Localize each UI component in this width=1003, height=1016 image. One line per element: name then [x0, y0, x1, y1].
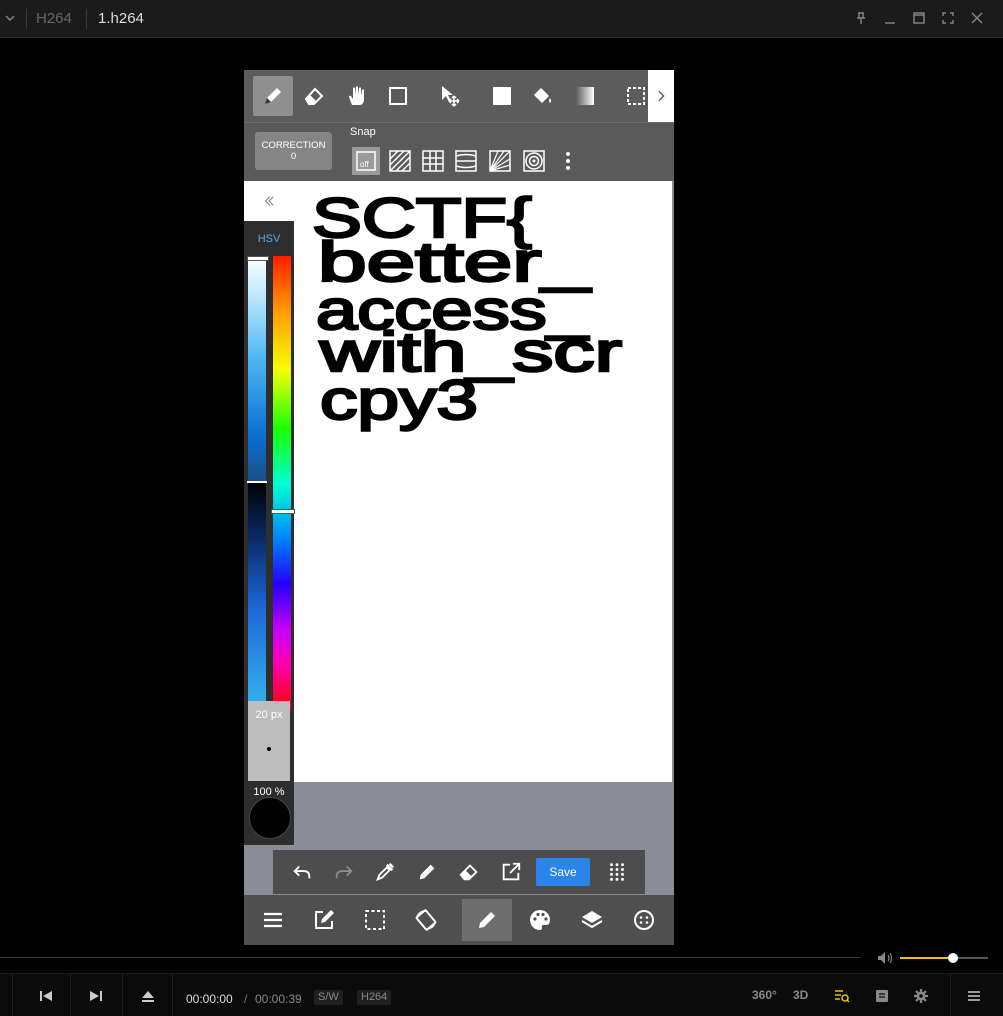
settings-gear-icon[interactable] — [909, 984, 933, 1008]
saturation-handle[interactable] — [247, 256, 269, 261]
sw-badge[interactable]: S/W — [314, 990, 343, 1005]
brush-tab-icon[interactable] — [462, 899, 512, 941]
brush-preview-dot — [267, 747, 271, 751]
snap-radial-icon[interactable] — [486, 147, 514, 175]
divider — [172, 974, 173, 1016]
minimize-icon[interactable] — [880, 8, 900, 28]
main-menu-icon[interactable] — [962, 984, 986, 1008]
time-separator: / — [244, 992, 248, 1006]
color-panel: HSV 20 px 100 % — [244, 181, 295, 845]
more-options-icon[interactable] — [619, 899, 669, 941]
snap-parallel-icon[interactable] — [386, 147, 414, 175]
brush-size-label: 20 px — [255, 709, 283, 721]
bottom-navigation — [244, 895, 674, 945]
correction-value: 0 — [290, 151, 297, 162]
pen-icon[interactable] — [412, 857, 442, 887]
codec-badge[interactable]: H264 — [357, 990, 392, 1005]
video-frame-phone-screen: CORRECTION 0 Snap off SCTF{ better_ acce… — [244, 70, 674, 945]
selection-icon[interactable] — [350, 899, 400, 941]
divider — [122, 974, 123, 1016]
360-button[interactable]: 360° — [752, 988, 777, 1002]
handwritten-text: SCTF{ better_ access_ with_scr cpy3 — [311, 185, 624, 433]
pen-tool-icon[interactable] — [253, 76, 293, 116]
edit-icon[interactable] — [299, 899, 349, 941]
eraser-tool-icon[interactable] — [294, 76, 334, 116]
move-tool-icon[interactable] — [431, 76, 471, 116]
previous-icon[interactable] — [34, 984, 58, 1008]
volume-level — [900, 957, 953, 959]
current-color-swatch[interactable] — [249, 797, 291, 839]
snap-grid-icon[interactable] — [419, 147, 447, 175]
correction-button[interactable]: CORRECTION 0 — [255, 132, 332, 170]
eraser-icon[interactable] — [454, 857, 484, 887]
maximize-icon[interactable] — [909, 8, 929, 28]
playlist-search-icon[interactable] — [830, 984, 854, 1008]
rotate-icon[interactable] — [401, 899, 451, 941]
saturation-slider[interactable] — [247, 256, 269, 481]
save-button[interactable]: Save — [536, 858, 590, 886]
seek-bar[interactable] — [0, 957, 860, 958]
collapse-panel-icon[interactable] — [244, 181, 294, 221]
divider — [26, 9, 27, 29]
tab-file[interactable]: 1.h264 — [98, 0, 144, 37]
hand-tool-icon[interactable] — [337, 76, 377, 116]
hue-slider[interactable] — [271, 256, 295, 711]
grid-menu-icon[interactable] — [602, 857, 632, 887]
menu-icon[interactable] — [248, 899, 298, 941]
fill-color-icon[interactable] — [482, 76, 522, 116]
snap-label: Snap — [350, 126, 376, 138]
export-icon[interactable] — [496, 857, 526, 887]
snap-off-button[interactable]: off — [352, 147, 380, 175]
redo-icon[interactable] — [329, 857, 359, 887]
fullscreen-icon[interactable] — [938, 8, 958, 28]
quick-action-bar: Save — [273, 850, 645, 894]
next-icon[interactable] — [84, 984, 108, 1008]
divider — [950, 974, 951, 1016]
layers-icon[interactable] — [567, 899, 617, 941]
pin-icon[interactable] — [851, 8, 871, 28]
volume-handle[interactable] — [948, 953, 958, 963]
eject-icon[interactable] — [136, 984, 160, 1008]
drawing-canvas[interactable]: SCTF{ better_ access_ with_scr cpy3 — [294, 181, 672, 782]
close-icon[interactable] — [967, 8, 987, 28]
snap-off-text: off — [360, 160, 370, 169]
total-time: 00:00:39 — [255, 992, 302, 1006]
divider — [70, 974, 71, 1016]
subtitle-icon[interactable] — [870, 984, 894, 1008]
bucket-tool-icon[interactable] — [523, 76, 563, 116]
volume-icon[interactable] — [876, 950, 894, 966]
snap-circle-icon[interactable] — [520, 147, 548, 175]
gradient-tool-icon[interactable] — [565, 76, 605, 116]
tab-codec[interactable]: H264 — [36, 0, 72, 37]
palette-icon[interactable] — [515, 899, 565, 941]
canvas-line-5: cpy3 — [320, 368, 478, 431]
chevron-down-icon[interactable] — [0, 8, 20, 28]
current-time: 00:00:00 — [186, 992, 233, 1006]
undo-icon[interactable] — [287, 857, 317, 887]
divider — [86, 9, 87, 29]
brush-size-slider[interactable]: 20 px — [248, 701, 290, 781]
chevron-right-icon[interactable] — [648, 70, 674, 122]
correction-label: CORRECTION — [261, 140, 326, 151]
more-vertical-icon[interactable] — [554, 147, 582, 175]
color-mode-tab[interactable]: HSV — [244, 233, 294, 245]
value-handle[interactable] — [247, 481, 267, 483]
eyedropper-icon[interactable] — [370, 857, 400, 887]
divider — [12, 974, 13, 1016]
drawing-toolbar — [244, 70, 674, 122]
shape-tool-icon[interactable] — [378, 76, 418, 116]
value-slider[interactable] — [247, 481, 267, 711]
title-bar: H264 1.h264 — [0, 0, 1003, 38]
snap-bar: CORRECTION 0 Snap off — [244, 122, 674, 181]
hue-handle[interactable] — [271, 509, 295, 514]
snap-perspective-icon[interactable] — [452, 147, 480, 175]
player-controls: 00:00:00 / 00:00:39 S/W H264 360° 3D — [0, 973, 1003, 1016]
3d-button[interactable]: 3D — [793, 988, 808, 1002]
